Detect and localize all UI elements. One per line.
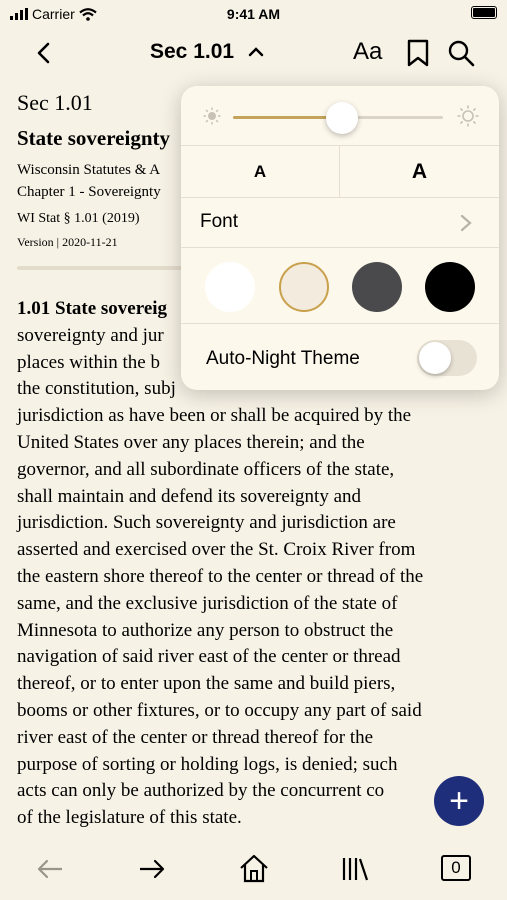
status-bar: Carrier 9:41 AM	[0, 0, 507, 30]
text-line: United States over any places therein; a…	[17, 431, 365, 453]
toggle-knob	[419, 342, 451, 374]
brightness-slider-thumb[interactable]	[326, 102, 359, 134]
auto-night-row: Auto-Night Theme	[181, 324, 499, 390]
text-line: governor, and all subordinate officers o…	[17, 458, 395, 480]
chevron-right-icon	[460, 214, 472, 232]
brightness-row	[181, 86, 499, 146]
increase-font-size-button[interactable]: A	[340, 146, 499, 198]
bookmark-icon[interactable]	[404, 38, 432, 68]
font-label: Font	[200, 211, 239, 232]
text-line: jurisdiction as have been or shall be ac…	[17, 405, 412, 427]
font-settings-button[interactable]: Aa	[353, 38, 382, 66]
theme-white-swatch[interactable]	[205, 262, 255, 312]
theme-sepia-swatch[interactable]	[279, 262, 329, 312]
back-chevron-icon[interactable]	[30, 38, 60, 68]
text-line: of the legislature of this state.	[17, 807, 242, 829]
decrease-font-size-button[interactable]: A	[181, 146, 340, 198]
arrow-left-icon[interactable]	[33, 852, 67, 886]
arrow-right-icon[interactable]	[135, 852, 169, 886]
text-line: the eastern shore thereof to the center …	[17, 565, 424, 587]
chevron-up-icon	[248, 47, 264, 57]
home-icon[interactable]	[237, 852, 271, 886]
brightness-low-icon	[203, 107, 221, 125]
search-icon[interactable]	[446, 38, 476, 68]
text-line: thereof, or to enter upon the same and b…	[17, 673, 396, 695]
text-line: navigation of said river east of the cen…	[17, 646, 401, 668]
tabs-button[interactable]: 0	[439, 852, 473, 886]
text-line: asserted and exercised over the St. Croi…	[17, 539, 416, 561]
text-line: shall maintain and defend its sovereignt…	[17, 485, 362, 507]
add-button[interactable]: +	[434, 776, 484, 826]
body-heading: 1.01 State sovereig	[17, 298, 168, 319]
section-title-dropdown[interactable]: Sec 1.01	[150, 40, 264, 64]
theme-row	[181, 248, 499, 324]
text-line: acts can only be authorized by the concu…	[17, 780, 385, 802]
text-line: booms or other fixtures, or to occupy an…	[17, 699, 422, 721]
bottom-toolbar: 0	[0, 840, 507, 900]
battery-icon	[471, 6, 497, 19]
text-line: river east of the center or thread there…	[17, 726, 374, 748]
text-line: Minnesota to authorize any person to obs…	[17, 619, 394, 641]
font-size-row: A A	[181, 146, 499, 198]
font-picker-row[interactable]: Font	[181, 198, 499, 248]
auto-night-toggle[interactable]	[417, 340, 477, 376]
theme-gray-swatch[interactable]	[352, 262, 402, 312]
section-title: Sec 1.01	[150, 40, 235, 63]
clock: 9:41 AM	[226, 6, 281, 22]
text-line: purpose of sorting or holding logs, is d…	[17, 753, 398, 775]
brightness-high-icon	[457, 105, 479, 127]
navigation-bar: Sec 1.01 Aa	[0, 30, 507, 76]
auto-night-label: Auto-Night Theme	[206, 348, 360, 369]
library-icon[interactable]	[338, 852, 372, 886]
text-line: jurisdiction. Such sovereignty and juris…	[17, 512, 396, 534]
text-line: same, and the exclusive jurisdiction of …	[17, 592, 398, 614]
tabs-count: 0	[441, 855, 471, 881]
display-settings-popover: A A Font Auto-Night Theme	[181, 86, 499, 390]
theme-black-swatch[interactable]	[425, 262, 475, 312]
